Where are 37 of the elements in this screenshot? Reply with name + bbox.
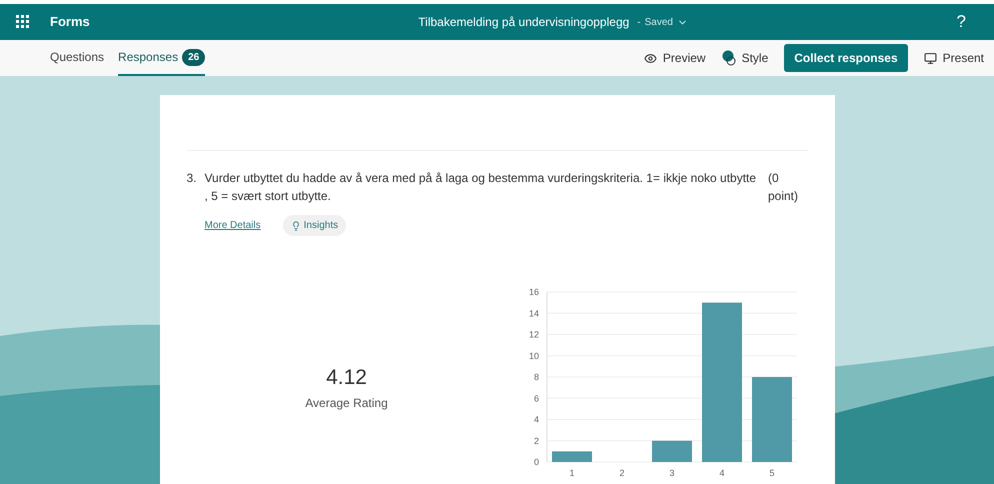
more-details-link[interactable]: More Details [204, 218, 261, 233]
x-tick-label: 1 [569, 468, 574, 478]
y-tick-label: 8 [533, 372, 538, 382]
y-tick-label: 12 [528, 330, 538, 340]
question-text: Vurder utbyttet du hadde av å vera med på å laga og bestemma vurderingskriteria. 1= ikkje noko utbytte , 5 = svært stort utbytte. [204, 170, 758, 205]
question-points: (0 point) [768, 170, 799, 205]
separator: - [637, 16, 641, 30]
y-tick-label: 16 [528, 287, 538, 297]
average-rating-label: Average Rating [305, 394, 388, 412]
collect-responses-button[interactable]: Collect responses [784, 44, 908, 72]
y-tick-label: 0 [533, 457, 538, 467]
present-button[interactable]: Present [924, 49, 984, 67]
save-status[interactable]: - Saved [637, 14, 688, 30]
preview-button[interactable]: Preview [644, 49, 706, 67]
tab[interactable]: Questions [50, 40, 104, 76]
form-title[interactable]: Tilbakemelding på undervisningopplegg [418, 13, 630, 31]
y-tick-label: 10 [528, 350, 538, 361]
insights-button[interactable]: Insights [282, 215, 346, 236]
help-button[interactable]: ? [956, 9, 966, 35]
style-button[interactable]: Style [722, 49, 768, 67]
x-tick-label: 5 [769, 468, 774, 478]
y-tick-label: 2 [533, 436, 538, 446]
response-count-badge: 26 [182, 48, 206, 66]
x-tick-label: 2 [619, 468, 624, 478]
lightbulb-icon [290, 220, 301, 230]
y-tick-label: 14 [528, 308, 538, 318]
y-tick-label: 6 [533, 393, 538, 404]
app-name[interactable]: Forms [50, 12, 90, 32]
app-launcher-icon[interactable] [16, 15, 30, 29]
y-tick-label: 4 [533, 414, 538, 424]
question-number: 3. [186, 170, 198, 187]
average-rating-value: 4.12 [326, 365, 367, 391]
monitor-icon [924, 52, 937, 64]
palette-icon [722, 50, 736, 66]
eye-icon [644, 52, 657, 64]
x-tick-label: 4 [719, 468, 724, 478]
x-tick-label: 3 [669, 468, 674, 478]
